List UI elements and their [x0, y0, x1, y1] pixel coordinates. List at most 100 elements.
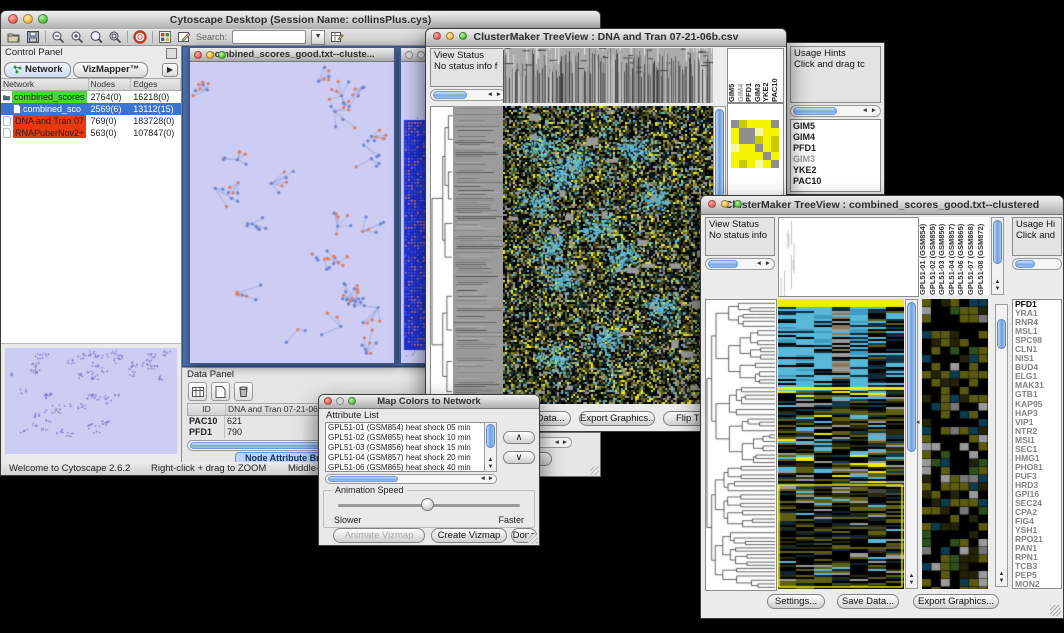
minimize-button[interactable] [417, 51, 425, 59]
usage-hscrollbar[interactable] [1012, 258, 1062, 270]
view-status-hscrollbar[interactable]: ◄► [430, 89, 506, 101]
view-status-hscrollbar[interactable]: ◄► [705, 258, 775, 270]
zoom-fit-icon[interactable] [89, 30, 103, 44]
close-button[interactable] [433, 32, 441, 40]
tab-overflow-arrow[interactable]: ▶ [162, 63, 178, 77]
move-up-button[interactable]: ∧ [503, 431, 535, 444]
network-row[interactable]: combined_scores 2764(0) 16218(0) [1, 91, 181, 103]
zoom-heatmap[interactable] [731, 120, 779, 168]
zoom-button[interactable] [734, 200, 742, 208]
treeview2-titlebar[interactable]: ClusterMaker TreeView : combined_scores_… [701, 196, 1063, 215]
close-button[interactable] [708, 200, 716, 208]
save-icon[interactable] [26, 30, 40, 44]
table-edit-icon[interactable] [330, 30, 344, 44]
column-dendrogram[interactable] [778, 217, 919, 297]
zoom-selected-icon[interactable] [108, 30, 122, 44]
resize-grip[interactable] [528, 534, 538, 544]
close-button[interactable] [324, 397, 332, 405]
zoom-button[interactable] [459, 32, 467, 40]
network-row-selected[interactable]: combined_sco 2569(6) 13112(15) [1, 103, 181, 115]
gene-list[interactable]: PFD1YRA1RNR4MSL1SPC98CLN1NIS1BUD4ELG1MAK… [1012, 299, 1062, 589]
resize-grip[interactable] [1050, 605, 1061, 616]
close-button[interactable] [405, 51, 413, 59]
column-label[interactable]: PAC10 [771, 49, 780, 102]
gene-row-label[interactable]: PFD1 [793, 143, 878, 154]
zoom-button[interactable] [218, 51, 226, 59]
minimize-button[interactable] [721, 200, 729, 208]
tab-vizmapper[interactable]: VizMapper™ [73, 62, 148, 78]
minimize-button[interactable] [23, 14, 33, 24]
heatmap-canvas[interactable] [503, 106, 713, 404]
attribute-list-vscrollbar[interactable]: ▲▼ [484, 422, 497, 472]
gene-row-label[interactable]: GIM4 [793, 132, 878, 143]
column-dendrogram[interactable] [503, 48, 713, 103]
tab-network[interactable]: Network [4, 62, 71, 78]
resize-grip[interactable] [590, 466, 599, 475]
close-button[interactable] [194, 51, 202, 59]
gene-label[interactable]: MON2 [1013, 580, 1061, 589]
row-dendrogram[interactable] [705, 299, 777, 591]
dialog-titlebar[interactable]: Map Colors to Network [319, 395, 539, 409]
id-column-header[interactable]: ID [188, 404, 226, 415]
heatmap-canvas[interactable] [778, 299, 904, 589]
search-input[interactable] [232, 30, 306, 44]
minimize-button[interactable] [446, 32, 454, 40]
attribute-option[interactable]: GPL51-03 (GSM856) heat shock 15 min [326, 443, 496, 453]
row-dendrogram[interactable] [430, 106, 454, 406]
delete-attribute-icon[interactable] [234, 382, 253, 401]
open-folder-icon[interactable] [7, 30, 21, 44]
edge-count: 16218(0) [131, 91, 181, 103]
heatmap-vscrollbar[interactable]: ▲▼ [905, 299, 918, 589]
gene-row-label[interactable]: PAC10 [793, 176, 878, 187]
gene-row-label[interactable]: YKE2 [793, 165, 878, 176]
column-labels-vscrollbar[interactable]: ▲▼ [991, 217, 1004, 295]
column-label[interactable]: GPL51-08 (GSM872) [977, 217, 987, 295]
zoom-heatmap[interactable] [922, 299, 988, 589]
attribute-option[interactable]: GPL51-06 (GSM865) heat shock 40 min [326, 463, 496, 472]
settings-button[interactable]: Settings... [767, 594, 825, 609]
zoom-button[interactable] [348, 397, 356, 405]
status-welcome: Welcome to Cytoscape 2.6.2 [9, 462, 130, 475]
zoom-vscrollbar[interactable]: ▲▼ [995, 304, 1008, 587]
network-row[interactable]: DNA and Tran 07 769(0) 183728(0) [1, 115, 181, 127]
zoom-button[interactable] [38, 14, 48, 24]
col-header-network[interactable]: Network [1, 79, 89, 90]
network-canvas[interactable] [190, 62, 394, 363]
treeview1-titlebar[interactable]: ClusterMaker TreeView : DNA and Tran 07-… [426, 29, 786, 47]
gene-row-label[interactable]: GIM5 [793, 121, 878, 132]
attribute-option[interactable]: GPL51-02 (GSM855) heat shock 10 min [326, 433, 496, 443]
col-header-nodes[interactable]: Nodes [89, 79, 132, 90]
vizmapper-icon[interactable] [158, 30, 172, 44]
gene-row-label[interactable]: GIM3 [793, 154, 878, 165]
network-table-header[interactable]: Network Nodes Edges [1, 78, 181, 91]
float-panel-icon[interactable] [166, 48, 177, 59]
new-attribute-icon[interactable] [211, 382, 230, 401]
attribute-option[interactable]: GPL51-01 (GSM854) heat shock 05 min [326, 423, 496, 433]
network-view-titlebar[interactable]: combined_scores_good.txt--cluste... [190, 48, 394, 62]
birdseye-view[interactable] [5, 348, 177, 454]
annotation-icon[interactable] [177, 30, 191, 44]
network-view-window: combined_scores_good.txt--cluste... [188, 46, 396, 364]
search-dropdown-button[interactable]: ▼ [311, 30, 325, 45]
minimize-button[interactable] [336, 397, 344, 405]
animate-vizmap-button[interactable]: Animate Vizmap [333, 528, 425, 543]
usage-hscrollbar[interactable]: ◄► [790, 105, 881, 117]
zoom-in-icon[interactable] [70, 30, 84, 44]
zoom-out-icon[interactable] [51, 30, 65, 44]
move-down-button[interactable]: ∨ [503, 451, 535, 464]
minimize-button[interactable] [206, 51, 214, 59]
attribute-table-icon[interactable] [188, 382, 207, 401]
attribute-list-hscrollbar[interactable]: ◄► [325, 474, 497, 484]
export-graphics-button[interactable]: Export Graphics... [579, 411, 655, 426]
splitter-arrow-icon[interactable]: ◂ [916, 418, 920, 426]
attribute-list[interactable]: GPL51-01 (GSM854) heat shock 05 minGPL51… [325, 422, 497, 472]
save-data-button[interactable]: Save Data... [837, 594, 899, 609]
help-lifering-icon[interactable] [133, 30, 147, 44]
zoom-heatmap-cell [755, 144, 763, 152]
col-header-edges[interactable]: Edges [131, 79, 181, 90]
export-graphics-button[interactable]: Export Graphics... [913, 594, 999, 609]
close-button[interactable] [8, 14, 18, 24]
create-vizmap-button[interactable]: Create Vizmap [431, 528, 507, 543]
attribute-option[interactable]: GPL51-04 (GSM857) heat shock 20 min [326, 453, 496, 463]
speed-slider-thumb[interactable] [421, 498, 434, 511]
